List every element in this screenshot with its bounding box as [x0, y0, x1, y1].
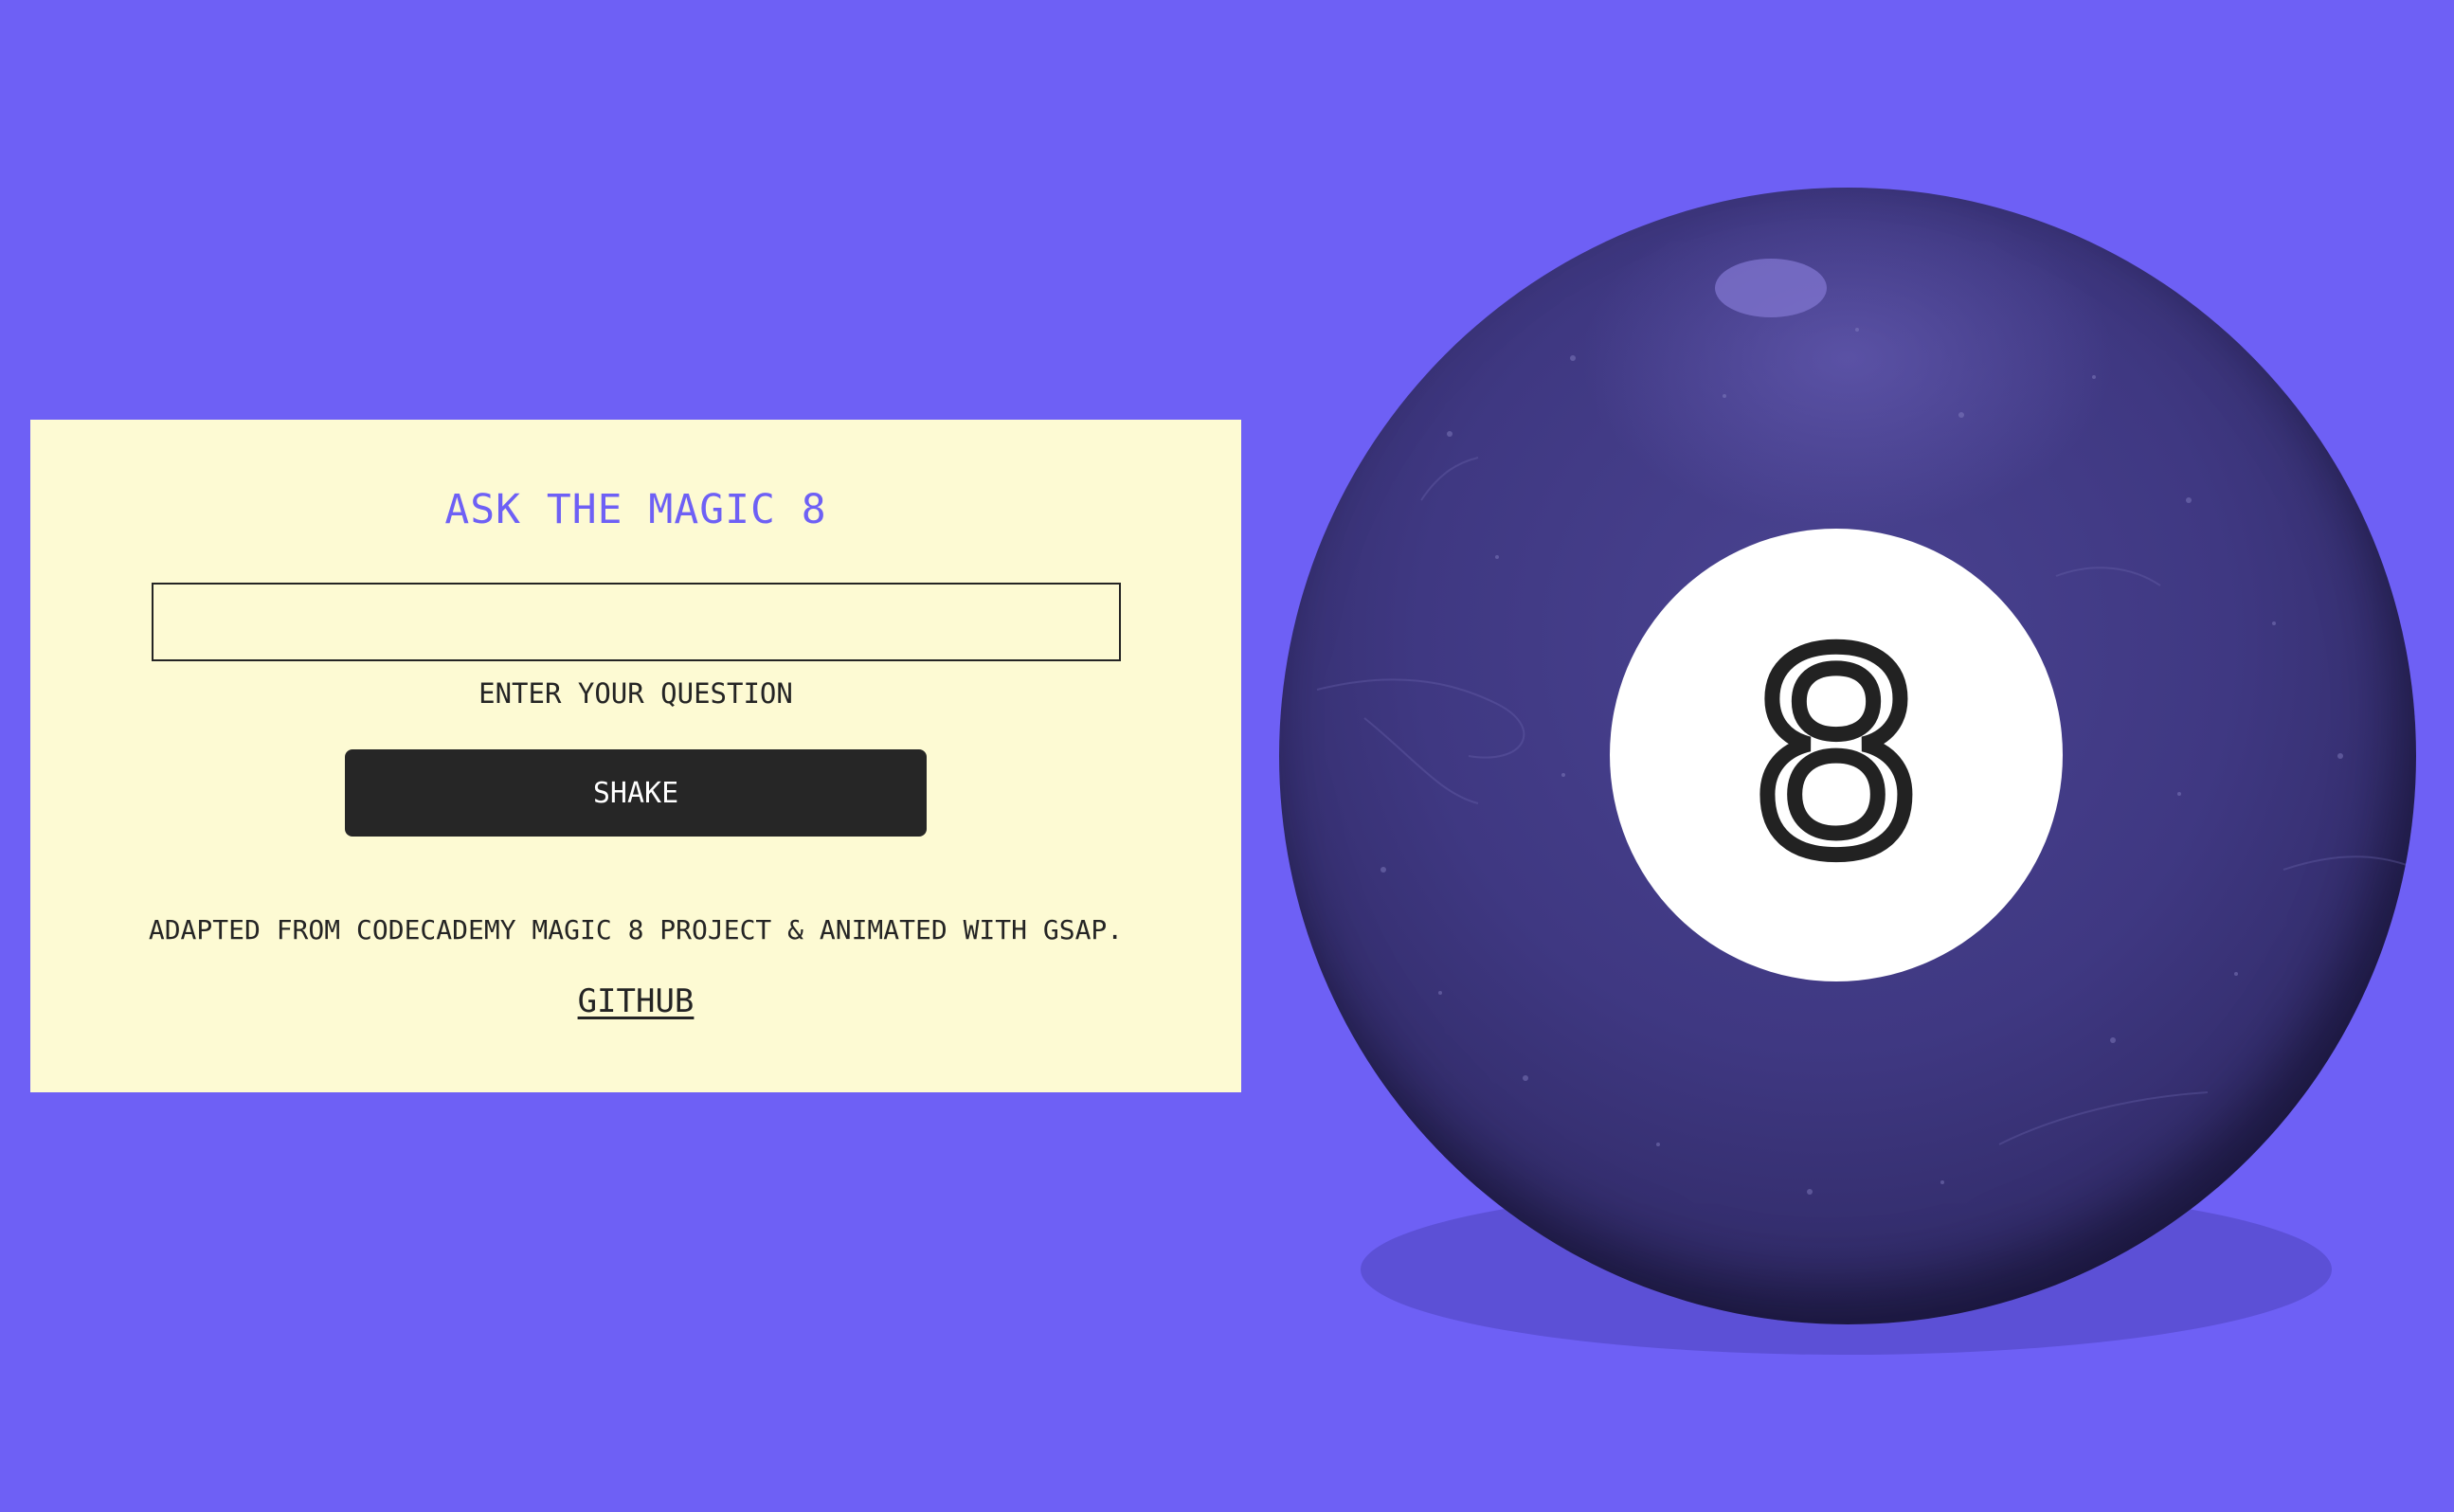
page-title: ASK THE MAGIC 8 [444, 486, 827, 533]
ball-number-window: 8 [1610, 529, 2063, 981]
question-panel: ASK THE MAGIC 8 ENTER YOUR QUESTION SHAK… [30, 420, 1241, 1092]
shake-button[interactable]: SHAKE [345, 749, 927, 837]
ball-number: 8 [1741, 597, 1931, 916]
ball-body: 8 [1279, 188, 2416, 1324]
page: ASK THE MAGIC 8 ENTER YOUR QUESTION SHAK… [0, 0, 2454, 1512]
question-input[interactable] [152, 583, 1121, 661]
credit-text: ADAPTED FROM CODECADEMY MAGIC 8 PROJECT … [148, 914, 1124, 945]
question-input-label: ENTER YOUR QUESTION [478, 677, 793, 710]
magic-8-ball[interactable]: 8 [1270, 180, 2426, 1374]
github-link[interactable]: GITHUB [30, 982, 1241, 1020]
